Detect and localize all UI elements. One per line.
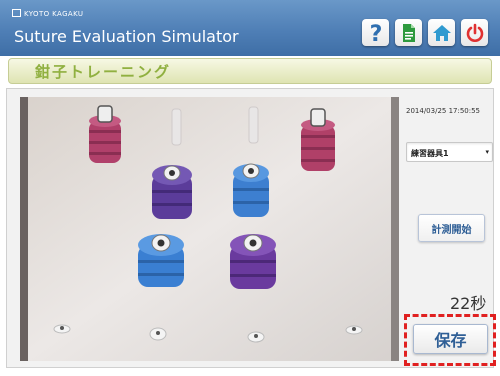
app-header: KYOTO KAGAKU Suture Evaluation Simulator… bbox=[0, 0, 500, 56]
peg-stack-blue-left bbox=[138, 234, 184, 287]
device-select-value: 練習器具1 bbox=[411, 149, 449, 158]
device-select[interactable]: 練習器具1 ▾ bbox=[406, 142, 493, 162]
peg-stack-purple-right bbox=[230, 234, 276, 289]
timestamp: 2014/03/25 17:50:55 bbox=[406, 107, 481, 115]
svg-text:?: ? bbox=[369, 22, 382, 44]
power-icon bbox=[466, 23, 483, 42]
app-window: KYOTO KAGAKU Suture Evaluation Simulator… bbox=[0, 0, 500, 376]
screen-title: 鉗子トレーニング bbox=[35, 63, 172, 81]
save-button[interactable]: 保存 bbox=[413, 324, 488, 354]
brand-icon bbox=[12, 9, 21, 17]
help-icon: ? bbox=[369, 22, 382, 44]
camera-view bbox=[20, 97, 399, 361]
home-icon bbox=[432, 24, 451, 41]
elapsed-time: 22秒 bbox=[450, 294, 487, 313]
report-icon bbox=[402, 23, 415, 42]
brand-logo: KYOTO KAGAKU bbox=[12, 9, 83, 18]
camera-feed-image bbox=[20, 97, 399, 361]
peg-stack-purple-left bbox=[152, 165, 192, 219]
screen-title-bar: 鉗子トレーニング bbox=[8, 58, 492, 84]
app-title: Suture Evaluation Simulator bbox=[14, 27, 239, 46]
help-button[interactable]: ? bbox=[362, 19, 389, 46]
start-measurement-button[interactable]: 計測開始 bbox=[418, 214, 485, 242]
report-button[interactable] bbox=[395, 19, 422, 46]
home-button[interactable] bbox=[428, 19, 455, 46]
brand-text: KYOTO KAGAKU bbox=[24, 10, 84, 18]
power-button[interactable] bbox=[461, 19, 488, 46]
peg-stack-blue-right bbox=[233, 163, 269, 217]
chevron-down-icon: ▾ bbox=[485, 148, 489, 156]
